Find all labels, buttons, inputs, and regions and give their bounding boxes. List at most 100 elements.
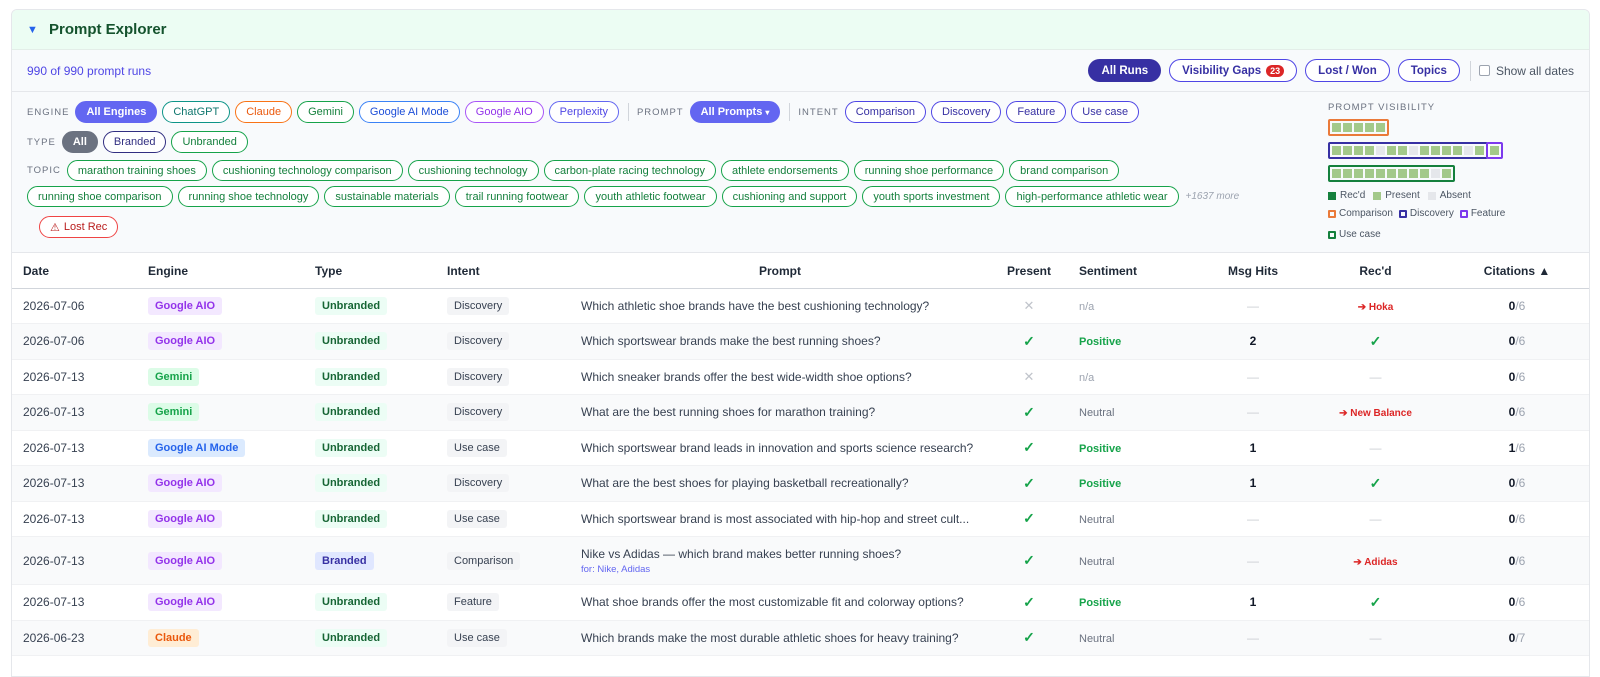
col-prompt[interactable]: Prompt <box>570 254 990 289</box>
topic-chip[interactable]: cushioning and support <box>721 186 858 207</box>
present-cell <box>1365 146 1374 155</box>
topic-chip[interactable]: high-performance athletic wear <box>1005 186 1179 207</box>
col-recd[interactable]: Rec'd <box>1308 254 1443 289</box>
show-all-dates-toggle[interactable]: Show all dates <box>1478 64 1574 78</box>
feature-group[interactable] <box>1486 142 1503 159</box>
table-row[interactable]: 2026-07-13 Google AIO Unbranded Feature … <box>12 584 1589 621</box>
type-chip-all[interactable]: All <box>61 131 98 153</box>
intent-label: INTENT <box>798 106 839 118</box>
present-cell <box>1490 146 1499 155</box>
check-icon: ✓ <box>1023 552 1035 568</box>
type-chip-branded[interactable]: Branded <box>102 131 167 153</box>
table-row[interactable]: 2026-07-13 Google AIO Unbranded Use case… <box>12 501 1589 537</box>
topic-chip[interactable]: athlete endorsements <box>720 160 849 181</box>
citations-cell: 0/6 <box>1443 323 1589 360</box>
msg-hits-cell: 1 <box>1198 584 1308 621</box>
visibility-legend-row-1: Rec'd Present Absent <box>1328 190 1471 201</box>
gaps-count-badge: 23 <box>1266 64 1285 77</box>
col-intent[interactable]: Intent <box>436 254 570 289</box>
check-icon: ✓ <box>1369 474 1382 491</box>
intent-badge: Discovery <box>447 367 510 386</box>
more-topics-link[interactable]: +1637 more <box>1186 191 1240 202</box>
engine-chip-google-aio[interactable]: Google AIO <box>464 101 544 123</box>
col-present[interactable]: Present <box>990 254 1068 289</box>
table-row[interactable]: 2026-07-13 Gemini Unbranded Discovery Wh… <box>12 359 1589 395</box>
panel-header[interactable]: ▼ Prompt Explorer <box>12 10 1589 50</box>
visibility-gaps-button[interactable]: Visibility Gaps 23 <box>1169 59 1298 82</box>
lost-rec-button[interactable]: ⚠ Lost Rec <box>39 216 119 238</box>
topic-chip[interactable]: running shoe comparison <box>27 186 173 207</box>
topic-chip[interactable]: carbon-plate racing technology <box>543 160 716 181</box>
checkbox-icon[interactable] <box>1478 65 1490 76</box>
engine-row: ENGINE All Engines ChatGPT Claude Gemini… <box>27 101 1144 123</box>
intent-cell: Feature <box>436 584 570 621</box>
engine-chip-gemini[interactable]: Gemini <box>297 101 354 123</box>
topic-chip[interactable]: sustainable materials <box>324 186 450 207</box>
intent-badge: Use case <box>447 438 507 457</box>
collapse-caret-icon[interactable]: ▼ <box>27 24 49 36</box>
table-row[interactable]: 2026-07-13 Google AIO Branded Comparison… <box>12 536 1589 585</box>
table-row[interactable]: 2026-07-13 Google AIO Unbranded Discover… <box>12 465 1589 502</box>
check-icon: ✓ <box>1023 629 1035 646</box>
table-row[interactable]: 2026-07-06 Google AIO Unbranded Discover… <box>12 323 1589 360</box>
type-cell: Unbranded <box>304 430 436 466</box>
msg-hits-cell: — <box>1198 394 1308 431</box>
lost-won-button[interactable]: Lost / Won <box>1305 59 1390 82</box>
sentiment-cell: Neutral <box>1068 394 1198 431</box>
divider <box>789 103 791 121</box>
divider <box>627 103 629 121</box>
dropdown-caret-icon: ▾ <box>765 107 770 117</box>
type-chip-unbranded[interactable]: Unbranded <box>171 131 248 153</box>
type-label: TYPE <box>27 136 56 148</box>
topic-chip[interactable]: running shoe technology <box>177 186 320 207</box>
col-msg-hits[interactable]: Msg Hits <box>1198 254 1308 289</box>
type-cell: Unbranded <box>304 288 436 324</box>
topic-chip[interactable]: marathon training shoes <box>66 160 207 181</box>
table-row[interactable]: 2026-07-13 Gemini Unbranded Discovery Wh… <box>12 394 1589 431</box>
check-icon: ✓ <box>1023 510 1035 527</box>
date-cell: 2026-07-06 <box>12 323 137 360</box>
topic-chip[interactable]: cushioning technology comparison <box>211 160 403 181</box>
col-sentiment[interactable]: Sentiment <box>1068 254 1198 289</box>
prompt-cell: Which sportswear brand is most associate… <box>570 501 990 537</box>
topic-chip[interactable]: running shoe performance <box>853 160 1005 181</box>
discovery-group[interactable] <box>1328 142 1488 159</box>
engine-chip-google-ai-mode[interactable]: Google AI Mode <box>358 101 460 123</box>
engine-chip-perplexity[interactable]: Perplexity <box>548 101 619 123</box>
citations-cell: 0/6 <box>1443 501 1589 537</box>
citations-cell: 0/6 <box>1443 465 1589 502</box>
comparison-group[interactable] <box>1328 119 1389 136</box>
engine-chip-chatgpt[interactable]: ChatGPT <box>162 101 231 123</box>
prompt-select[interactable]: All Prompts ▾ <box>689 101 781 123</box>
topics-button[interactable]: Topics <box>1397 59 1460 82</box>
visibility-title: PROMPT VISIBILITY <box>1328 102 1436 113</box>
table-row[interactable]: 2026-07-06 Google AIO Unbranded Discover… <box>12 288 1589 324</box>
topic-chip[interactable]: youth athletic footwear <box>584 186 717 207</box>
col-engine[interactable]: Engine <box>137 254 304 289</box>
use-case-group[interactable] <box>1328 165 1455 182</box>
topic-chip[interactable]: brand comparison <box>1009 160 1120 181</box>
table-row[interactable]: 2026-06-23 Claude Unbranded Use case Whi… <box>12 620 1589 656</box>
intent-chip-feature[interactable]: Feature <box>1006 101 1067 123</box>
all-runs-button[interactable]: All Runs <box>1088 59 1162 82</box>
table-row[interactable]: 2026-07-13 Google AI Mode Unbranded Use … <box>12 430 1589 466</box>
runs-count: 990 of 990 prompt runs <box>27 63 152 78</box>
topic-chip[interactable]: youth sports investment <box>862 186 1001 207</box>
citations-cell: 0/6 <box>1443 359 1589 395</box>
col-type[interactable]: Type <box>304 254 436 289</box>
engine-chip-claude[interactable]: Claude <box>235 101 293 123</box>
absent-cell <box>1464 146 1473 155</box>
intent-chip-use-case[interactable]: Use case <box>1071 101 1140 123</box>
intent-chip-comparison[interactable]: Comparison <box>844 101 927 123</box>
intent-badge: Use case <box>447 509 507 528</box>
intent-badge: Discovery <box>447 474 510 493</box>
topic-chip[interactable]: trail running footwear <box>454 186 580 207</box>
topic-chip[interactable]: cushioning technology <box>407 160 539 181</box>
type-row: TYPE All Branded Unbranded <box>27 131 253 153</box>
col-citations[interactable]: Citations ▲ <box>1443 254 1589 289</box>
intent-chip-discovery[interactable]: Discovery <box>931 101 1002 123</box>
col-date[interactable]: Date <box>12 254 137 289</box>
engine-chip-all[interactable]: All Engines <box>75 101 158 123</box>
type-cell: Unbranded <box>304 501 436 537</box>
engine-badge: Google AIO <box>148 551 223 570</box>
